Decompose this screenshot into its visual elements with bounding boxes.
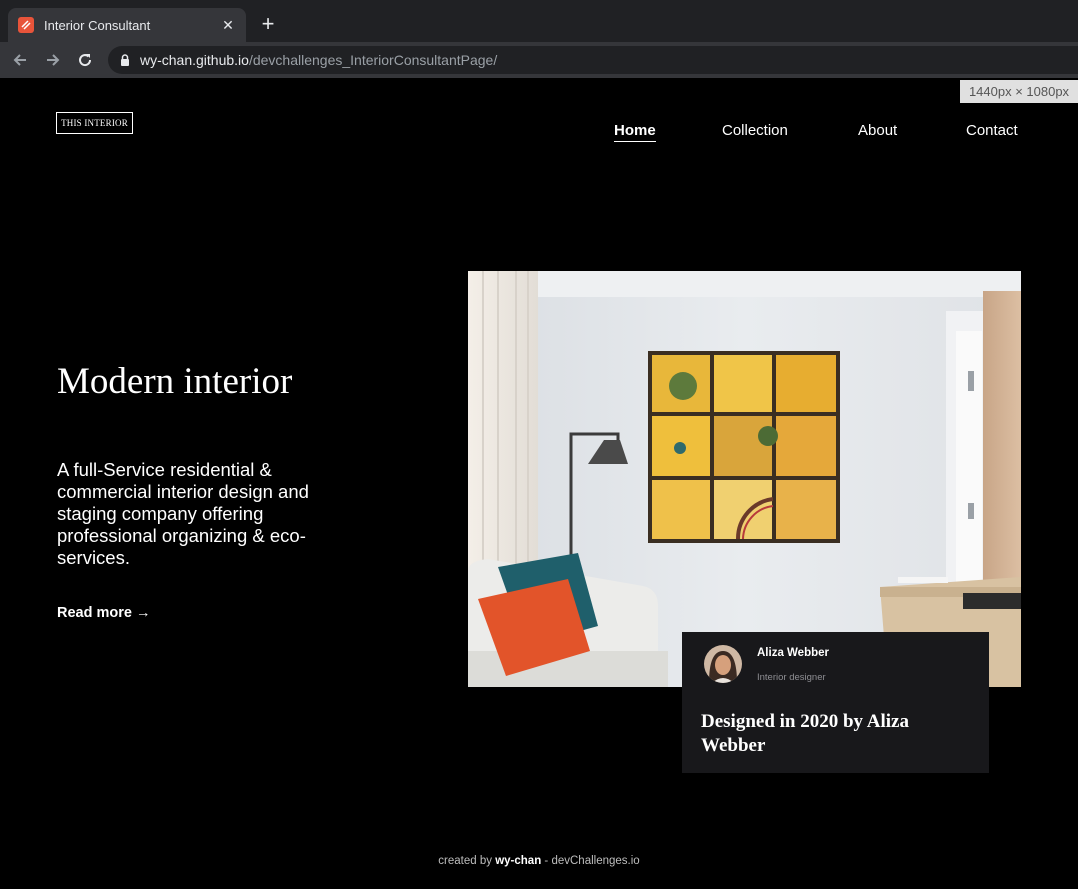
url-path: /devchallenges_InteriorConsultantPage/ (248, 52, 498, 68)
nav-about[interactable]: About (858, 122, 897, 139)
nav-home-label: Home (614, 122, 656, 139)
hero-image (468, 271, 1021, 687)
browser-tab[interactable]: Interior Consultant ✕ (8, 8, 246, 42)
address-bar[interactable]: wy-chan.github.io/devchallenges_Interior… (108, 46, 1078, 74)
viewport-size-badge: 1440px × 1080px (960, 80, 1078, 103)
active-nav-underline (614, 141, 656, 142)
close-tab-icon[interactable]: ✕ (220, 17, 236, 33)
tab-title: Interior Consultant (44, 17, 151, 33)
browser-tab-bar: Interior Consultant ✕ + (0, 0, 1078, 42)
read-more-link[interactable]: Read more → (57, 605, 150, 621)
reload-icon[interactable] (73, 48, 97, 72)
hero-title: Modern interior (57, 361, 293, 402)
footer-suffix: - devChallenges.io (544, 855, 640, 867)
nav-contact[interactable]: Contact (966, 122, 1018, 139)
card-headline: Designed in 2020 by Aliza Webber (701, 711, 909, 756)
designer-card: Aliza Webber Interior designer Designed … (682, 632, 989, 773)
new-tab-icon[interactable]: + (256, 13, 280, 37)
footer-author-link[interactable]: wy-chan (495, 855, 541, 867)
designer-role: Interior designer (757, 672, 826, 683)
browser-toolbar: wy-chan.github.io/devchallenges_Interior… (0, 42, 1078, 78)
nav-home[interactable]: Home (614, 122, 656, 142)
url-text: wy-chan.github.io/devchallenges_Interior… (140, 52, 497, 68)
hero-description: A full-Service residential & commercial … (57, 459, 309, 568)
lock-icon (120, 54, 130, 66)
site-logo[interactable]: THIS INTERIOR (56, 112, 133, 134)
nav-collection[interactable]: Collection (722, 122, 788, 139)
site-favicon-icon (18, 17, 34, 33)
designer-avatar (704, 645, 742, 683)
url-host: wy-chan.github.io (140, 52, 249, 68)
back-arrow-icon[interactable] (8, 48, 32, 72)
forward-arrow-icon[interactable] (41, 48, 65, 72)
footer-prefix: created by (438, 855, 492, 867)
designer-name: Aliza Webber (757, 647, 829, 659)
footer-credit: created by wy-chan - devChallenges.io (0, 855, 1078, 867)
